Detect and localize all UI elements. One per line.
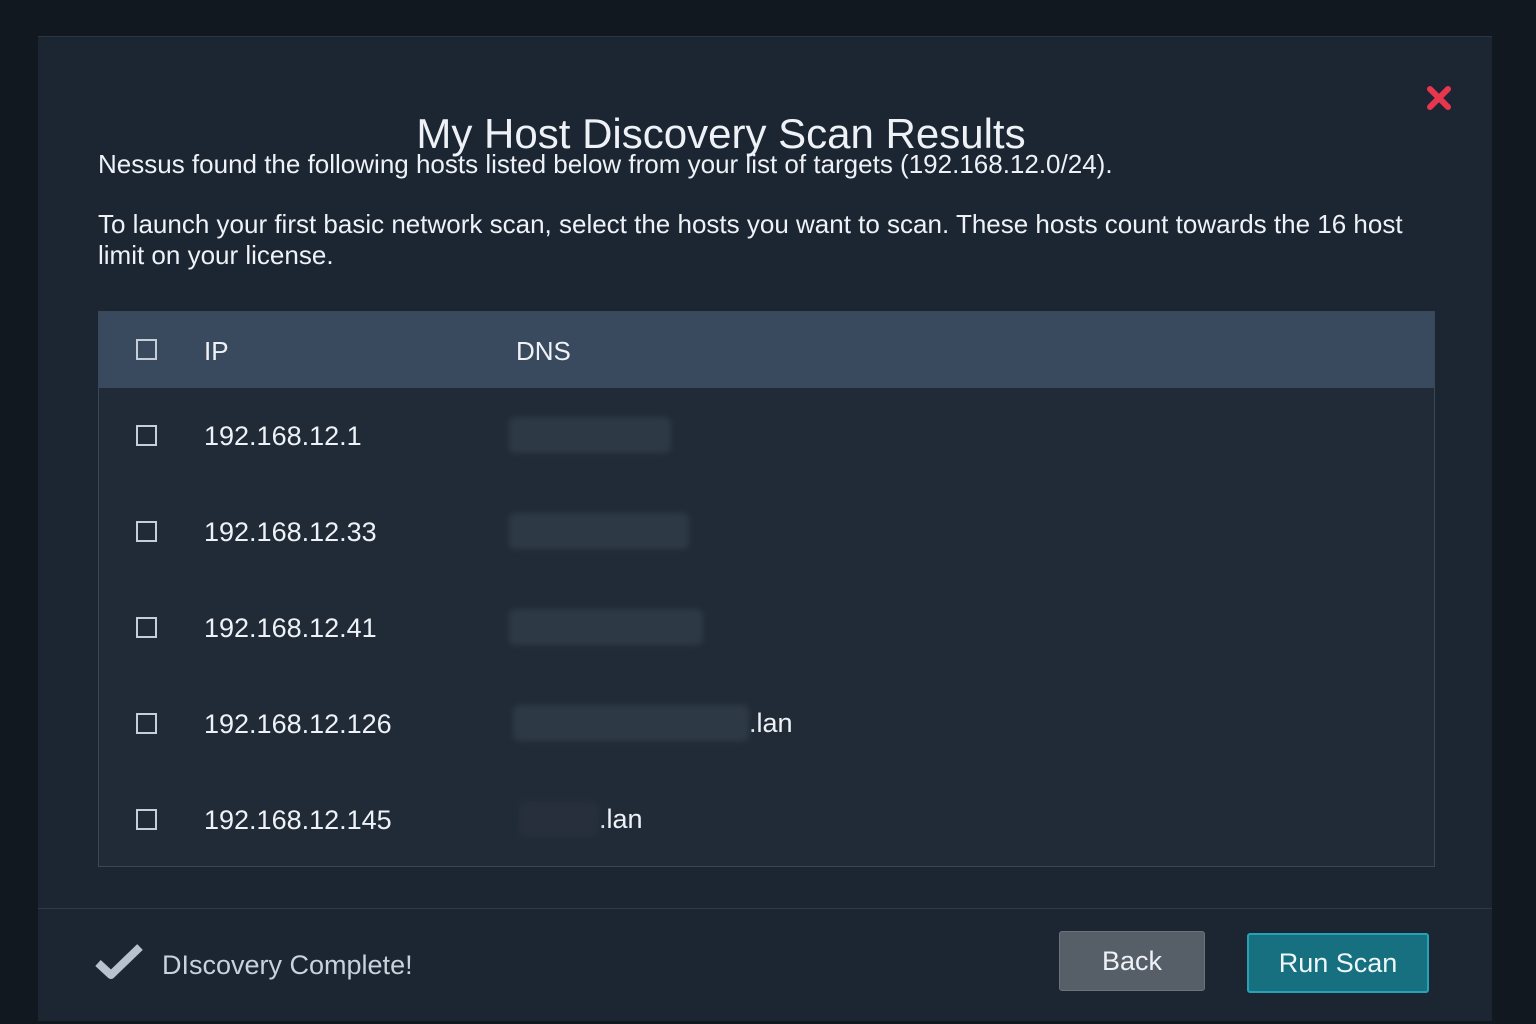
row-checkbox[interactable]: [136, 809, 157, 830]
back-button[interactable]: Back: [1059, 931, 1205, 991]
row-checkbox[interactable]: [136, 713, 157, 734]
checkmark-icon: [95, 944, 143, 979]
instructions-text: To launch your first basic network scan,…: [98, 209, 1403, 270]
hosts-table: IP DNS 192.168.12.1 192.168.12.33 192.16…: [98, 311, 1435, 867]
close-button[interactable]: [1424, 83, 1454, 113]
redacted-dns: [509, 609, 703, 645]
table-row: 192.168.12.33: [99, 484, 1434, 580]
dns-suffix: .lan: [749, 708, 793, 738]
row-checkbox[interactable]: [136, 617, 157, 638]
row-ip: 192.168.12.1: [204, 421, 362, 451]
dns-column-header: DNS: [516, 336, 571, 366]
table-row: 192.168.12.1: [99, 388, 1434, 484]
redacted-dns: [519, 801, 599, 837]
ip-column-header: IP: [204, 336, 229, 366]
select-all-checkbox[interactable]: [136, 339, 157, 360]
table-header: IP DNS: [99, 312, 1434, 388]
redacted-dns: [509, 417, 671, 453]
row-ip: 192.168.12.126: [204, 709, 392, 739]
close-x-icon: [1427, 86, 1451, 110]
row-dns: [509, 602, 703, 652]
table-row: 192.168.12.126 .lan: [99, 676, 1434, 772]
dialog-footer: DIscovery Complete! Back Run Scan: [38, 908, 1492, 1021]
row-dns: .lan: [509, 794, 643, 844]
row-ip: 192.168.12.145: [204, 805, 392, 835]
redacted-dns: [513, 705, 749, 741]
row-checkbox[interactable]: [136, 425, 157, 446]
row-ip: 192.168.12.33: [204, 517, 377, 547]
intro-text: Nessus found the following hosts listed …: [98, 149, 1113, 179]
run-scan-button[interactable]: Run Scan: [1247, 933, 1429, 993]
dns-suffix: .lan: [599, 804, 643, 834]
row-dns: [509, 410, 671, 460]
table-row: 192.168.12.145 .lan: [99, 772, 1434, 868]
row-checkbox[interactable]: [136, 521, 157, 542]
scan-results-dialog: My Host Discovery Scan Results Nessus fo…: [38, 36, 1492, 1021]
row-dns: .lan: [509, 698, 793, 748]
row-ip: 192.168.12.41: [204, 613, 377, 643]
table-row: 192.168.12.41: [99, 580, 1434, 676]
row-dns: [509, 506, 689, 556]
discovery-status: DIscovery Complete!: [162, 950, 413, 980]
redacted-dns: [509, 513, 689, 549]
